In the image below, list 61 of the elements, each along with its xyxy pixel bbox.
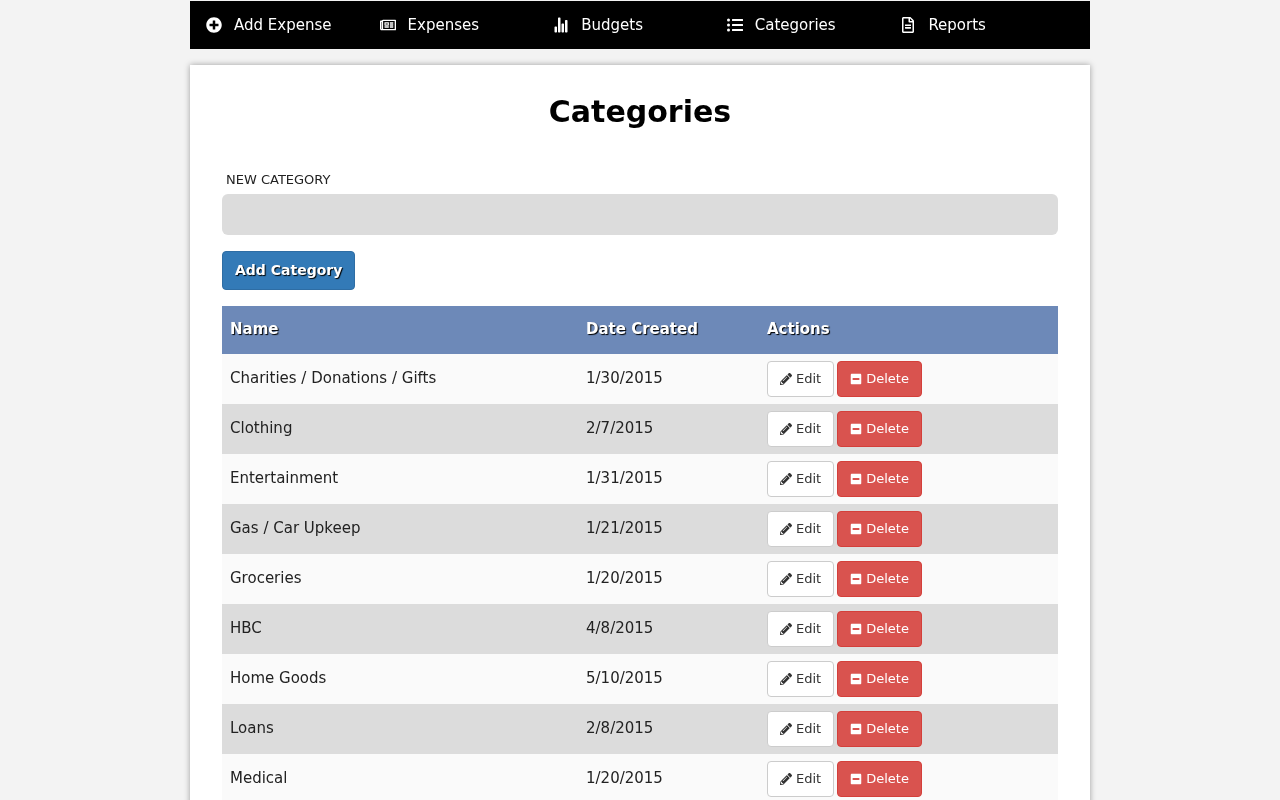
pencil-icon [780, 722, 792, 735]
field-label: NEW CATEGORY [226, 171, 332, 189]
table-cell: 1/20/2015 [578, 753, 759, 800]
pencil-icon [780, 772, 792, 785]
nav-link[interactable]: Reports [900, 13, 1074, 37]
input-field[interactable] [222, 193, 1058, 235]
edit-button[interactable]: Edit [767, 710, 835, 747]
table-cell: 2/8/2015 [578, 703, 759, 754]
table-cell: Medical [222, 753, 578, 800]
pencil-icon [780, 472, 792, 485]
table-cell: HBC [222, 603, 578, 654]
pencil-icon [780, 422, 792, 435]
table-cell: 5/10/2015 [578, 653, 759, 704]
newspaper-icon [379, 17, 396, 33]
list-icon [726, 17, 743, 33]
edit-button[interactable]: Edit [767, 360, 835, 397]
edit-button[interactable]: Edit [767, 510, 835, 547]
table-cell: Charities / Donations / Gifts [222, 353, 578, 404]
table-cell: 1/20/2015 [578, 553, 759, 604]
edit-button[interactable]: Edit [767, 460, 835, 497]
delete-button[interactable]: Delete [837, 710, 922, 747]
nav-link[interactable]: Add Expense [206, 13, 380, 37]
document-icon [900, 17, 917, 33]
pencil-icon [780, 622, 792, 635]
table-cell: 1/21/2015 [578, 503, 759, 554]
table-cell: Groceries [222, 553, 578, 604]
edit-button[interactable]: Edit [767, 760, 835, 797]
table-cell: 1/30/2015 [578, 353, 759, 404]
delete-button[interactable]: Delete [837, 760, 922, 797]
column-header: Name [222, 305, 578, 354]
edit-button[interactable]: Edit [767, 610, 835, 647]
nav-link[interactable]: Expenses [379, 13, 554, 37]
edit-button[interactable]: Edit [767, 410, 835, 447]
table-cell: Home Goods [222, 653, 578, 704]
pencil-icon [780, 372, 792, 385]
page-title: Categories [547, 93, 733, 131]
delete-button[interactable]: Delete [837, 560, 922, 597]
pencil-icon [780, 672, 792, 685]
nav-link[interactable]: Budgets [553, 13, 727, 37]
edit-button[interactable]: Edit [767, 560, 835, 597]
delete-button[interactable]: Delete [837, 510, 922, 547]
bar-chart-icon [553, 17, 570, 33]
delete-button[interactable]: Delete [837, 660, 922, 697]
delete-button[interactable]: Delete [837, 360, 922, 397]
column-header: Date Created [578, 305, 759, 354]
table-cell: Entertainment [222, 453, 578, 504]
delete-button[interactable]: Delete [837, 610, 922, 647]
delete-button[interactable]: Delete [837, 460, 922, 497]
delete-button[interactable]: Delete [837, 410, 922, 447]
table-cell: Loans [222, 703, 578, 754]
table-cell: 2/7/2015 [578, 403, 759, 454]
pencil-icon [780, 522, 792, 535]
pencil-icon [780, 572, 792, 585]
add-category-button[interactable]: Add Category [222, 250, 356, 290]
table-cell: Clothing [222, 403, 578, 454]
nav-link[interactable]: Categories [726, 13, 901, 37]
table-cell: Gas / Car Upkeep [222, 503, 578, 554]
column-header: Actions [759, 305, 1058, 354]
table-cell: 1/31/2015 [578, 453, 759, 504]
table-cell: 4/8/2015 [578, 603, 759, 654]
edit-button[interactable]: Edit [767, 660, 835, 697]
